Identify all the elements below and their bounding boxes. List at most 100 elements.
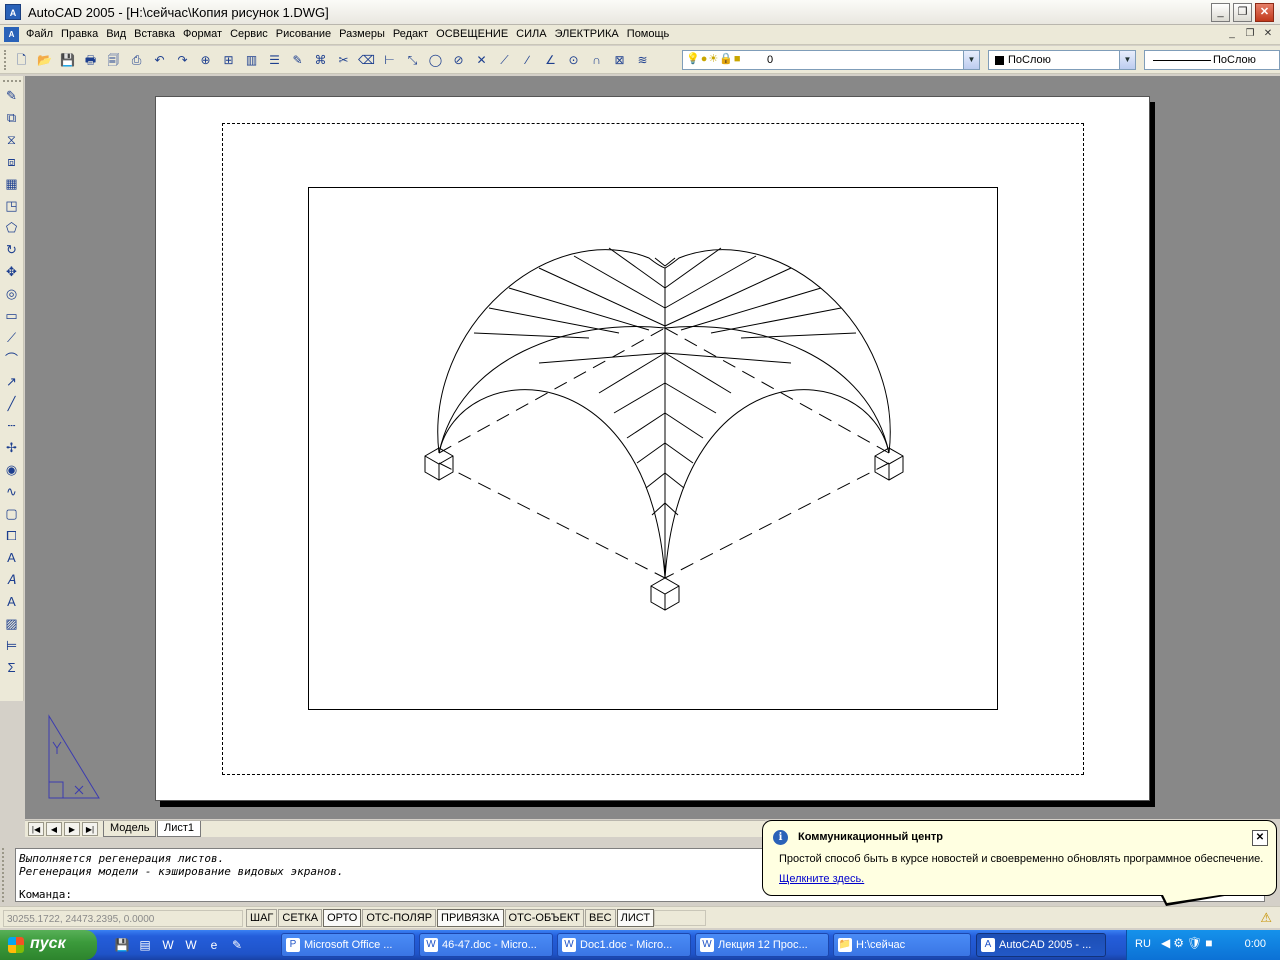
taskbar-button[interactable]: P Microsoft Office ...	[281, 933, 415, 957]
donut-icon[interactable]: ◉	[2, 460, 21, 479]
command-window-grip[interactable]	[2, 848, 12, 902]
tab-prev-button[interactable]: ◀	[46, 822, 62, 836]
menu-item[interactable]: Вид	[102, 28, 130, 40]
preview-icon[interactable]: 🗐	[104, 51, 123, 69]
measure-icon[interactable]: ⊢	[380, 51, 399, 69]
taskbar-button[interactable]: W Doc1.doc - Micro...	[557, 933, 691, 957]
status-toggle[interactable]: ЛИСТ	[616, 909, 655, 927]
clock[interactable]: 0:00	[1245, 938, 1266, 950]
close-button[interactable]: ✕	[1255, 3, 1274, 22]
menu-item[interactable]: ЭЛЕКТРИКА	[551, 28, 623, 40]
print-icon[interactable]: 🖶	[81, 51, 100, 69]
dashed-line-icon[interactable]: ┄	[2, 416, 21, 435]
menu-item[interactable]: Файл	[22, 28, 57, 40]
ban-icon[interactable]: ⊘	[449, 51, 468, 69]
taskbar-button[interactable]: A AutoCAD 2005 - ...	[976, 933, 1106, 957]
dimension-icon[interactable]: ⊨	[2, 636, 21, 655]
redo-icon[interactable]: ↷	[173, 51, 192, 69]
hatch-icon[interactable]: ⊠	[610, 51, 629, 69]
toolbar-grip[interactable]	[3, 80, 21, 83]
status-toggle[interactable]: ОТС-ПОЛЯР	[362, 909, 437, 927]
toolbar-grip[interactable]	[4, 50, 7, 70]
publish-icon[interactable]: ⎙	[127, 51, 146, 69]
break-icon[interactable]: ⤡	[403, 51, 422, 69]
new-icon[interactable]: 🗋	[12, 51, 31, 69]
chevron-down-icon[interactable]: ▼	[963, 51, 979, 69]
maximize-button[interactable]: ❐	[1233, 3, 1252, 22]
save-icon[interactable]: 💾	[112, 935, 132, 955]
tab-first-button[interactable]: |◀	[28, 822, 44, 836]
status-scroll[interactable]	[654, 910, 706, 926]
command-prompt[interactable]: Команда:	[19, 888, 72, 901]
taskbar-button[interactable]: 📁 H:\сейчас	[833, 933, 971, 957]
document-icon[interactable]: A	[4, 27, 19, 42]
cut-icon[interactable]: ✂	[334, 51, 353, 69]
line-icon[interactable]: ⟋	[495, 51, 514, 69]
xline-icon[interactable]: ✢	[2, 438, 21, 457]
layers-icon[interactable]: ≋	[633, 51, 652, 69]
menu-item[interactable]: Рисование	[272, 28, 335, 40]
match-icon[interactable]: ⌘	[311, 51, 330, 69]
balloon-link[interactable]: Щелкните здесь.	[779, 873, 864, 885]
tab-next-button[interactable]: ▶	[64, 822, 80, 836]
menu-item[interactable]: СИЛА	[512, 28, 550, 40]
word-icon[interactable]: W	[158, 935, 178, 955]
circle-icon[interactable]: ◯	[426, 51, 445, 69]
warning-icon[interactable]: ⚠	[1260, 910, 1272, 926]
taskbar-button[interactable]: W 46-47.doc - Micro...	[419, 933, 553, 957]
menu-item[interactable]: Редакт	[389, 28, 432, 40]
rotate-icon[interactable]: ↻	[2, 240, 21, 259]
word-icon[interactable]: W	[181, 935, 201, 955]
rectangle-icon[interactable]: ▭	[2, 306, 21, 325]
ie-icon[interactable]: e	[204, 935, 224, 955]
edit-icon[interactable]: ✎	[227, 935, 247, 955]
start-button[interactable]: пуск	[0, 930, 97, 960]
minimize-button[interactable]: _	[1211, 3, 1230, 22]
construction-line-icon[interactable]: ╱	[2, 394, 21, 413]
menu-item[interactable]: Сервис	[226, 28, 272, 40]
status-toggle[interactable]: ОРТО	[323, 909, 362, 927]
move-icon[interactable]: ✥	[2, 262, 21, 281]
text-style-icon[interactable]: 𝐴	[2, 570, 21, 589]
polyline-icon[interactable]: ⟋	[2, 328, 21, 347]
block-icon[interactable]: ⧠	[2, 526, 21, 545]
circle-draw-icon[interactable]: ◎	[2, 284, 21, 303]
save-icon[interactable]: 💾	[58, 51, 77, 69]
status-toggle[interactable]: ШАГ	[246, 909, 278, 927]
scale-icon[interactable]: ◳	[2, 196, 21, 215]
hatch-draw-icon[interactable]: ▨	[2, 614, 21, 633]
menu-item[interactable]: Размеры	[335, 28, 389, 40]
viewport[interactable]	[308, 187, 998, 710]
arc-icon[interactable]: ⌒	[2, 350, 21, 369]
status-toggle[interactable]: ОТС-ОБЪЕКТ	[504, 909, 584, 927]
tab-layout1[interactable]: Лист1	[157, 821, 202, 837]
offset-icon[interactable]: ⧈	[2, 152, 21, 171]
color-dropdown[interactable]: ПоСлою ▼	[988, 50, 1136, 70]
tab-last-button[interactable]: ▶|	[82, 822, 98, 836]
status-toggle[interactable]: СЕТКА	[278, 909, 323, 927]
document-minimize-button[interactable]: _	[1224, 27, 1240, 42]
menu-item[interactable]: Вставка	[130, 28, 179, 40]
text-icon[interactable]: A	[2, 592, 21, 611]
document-close-button[interactable]: ✕	[1260, 27, 1276, 42]
spline-icon[interactable]: ∿	[2, 482, 21, 501]
undo-icon[interactable]: ↶	[150, 51, 169, 69]
chevron-down-icon[interactable]: ▼	[1119, 51, 1135, 69]
linetype-dropdown[interactable]: ПоСлою	[1144, 50, 1280, 70]
status-toggle[interactable]: ВЕС	[584, 909, 616, 927]
balloon-close-button[interactable]: ✕	[1252, 830, 1268, 846]
ray-icon[interactable]: ↗	[2, 372, 21, 391]
zoom-icon[interactable]: ⊕	[196, 51, 215, 69]
magnet-icon[interactable]: ∩	[587, 51, 606, 69]
mirror-icon[interactable]: ⧖	[2, 130, 21, 149]
menu-item[interactable]: Помощь	[623, 28, 674, 40]
menu-item[interactable]: Формат	[179, 28, 226, 40]
coordinates-readout[interactable]: 30255.1722, 24473.2395, 0.0000	[3, 910, 243, 927]
region-icon[interactable]: ▢	[2, 504, 21, 523]
zoom-window-icon[interactable]: ⊞	[219, 51, 238, 69]
notepad-icon[interactable]: ▤	[135, 935, 155, 955]
open-icon[interactable]: 📂	[35, 51, 54, 69]
menu-item[interactable]: ОСВЕЩЕНИЕ	[432, 28, 512, 40]
snap-icon[interactable]: ⊙	[564, 51, 583, 69]
mtext-icon[interactable]: A	[2, 548, 21, 567]
